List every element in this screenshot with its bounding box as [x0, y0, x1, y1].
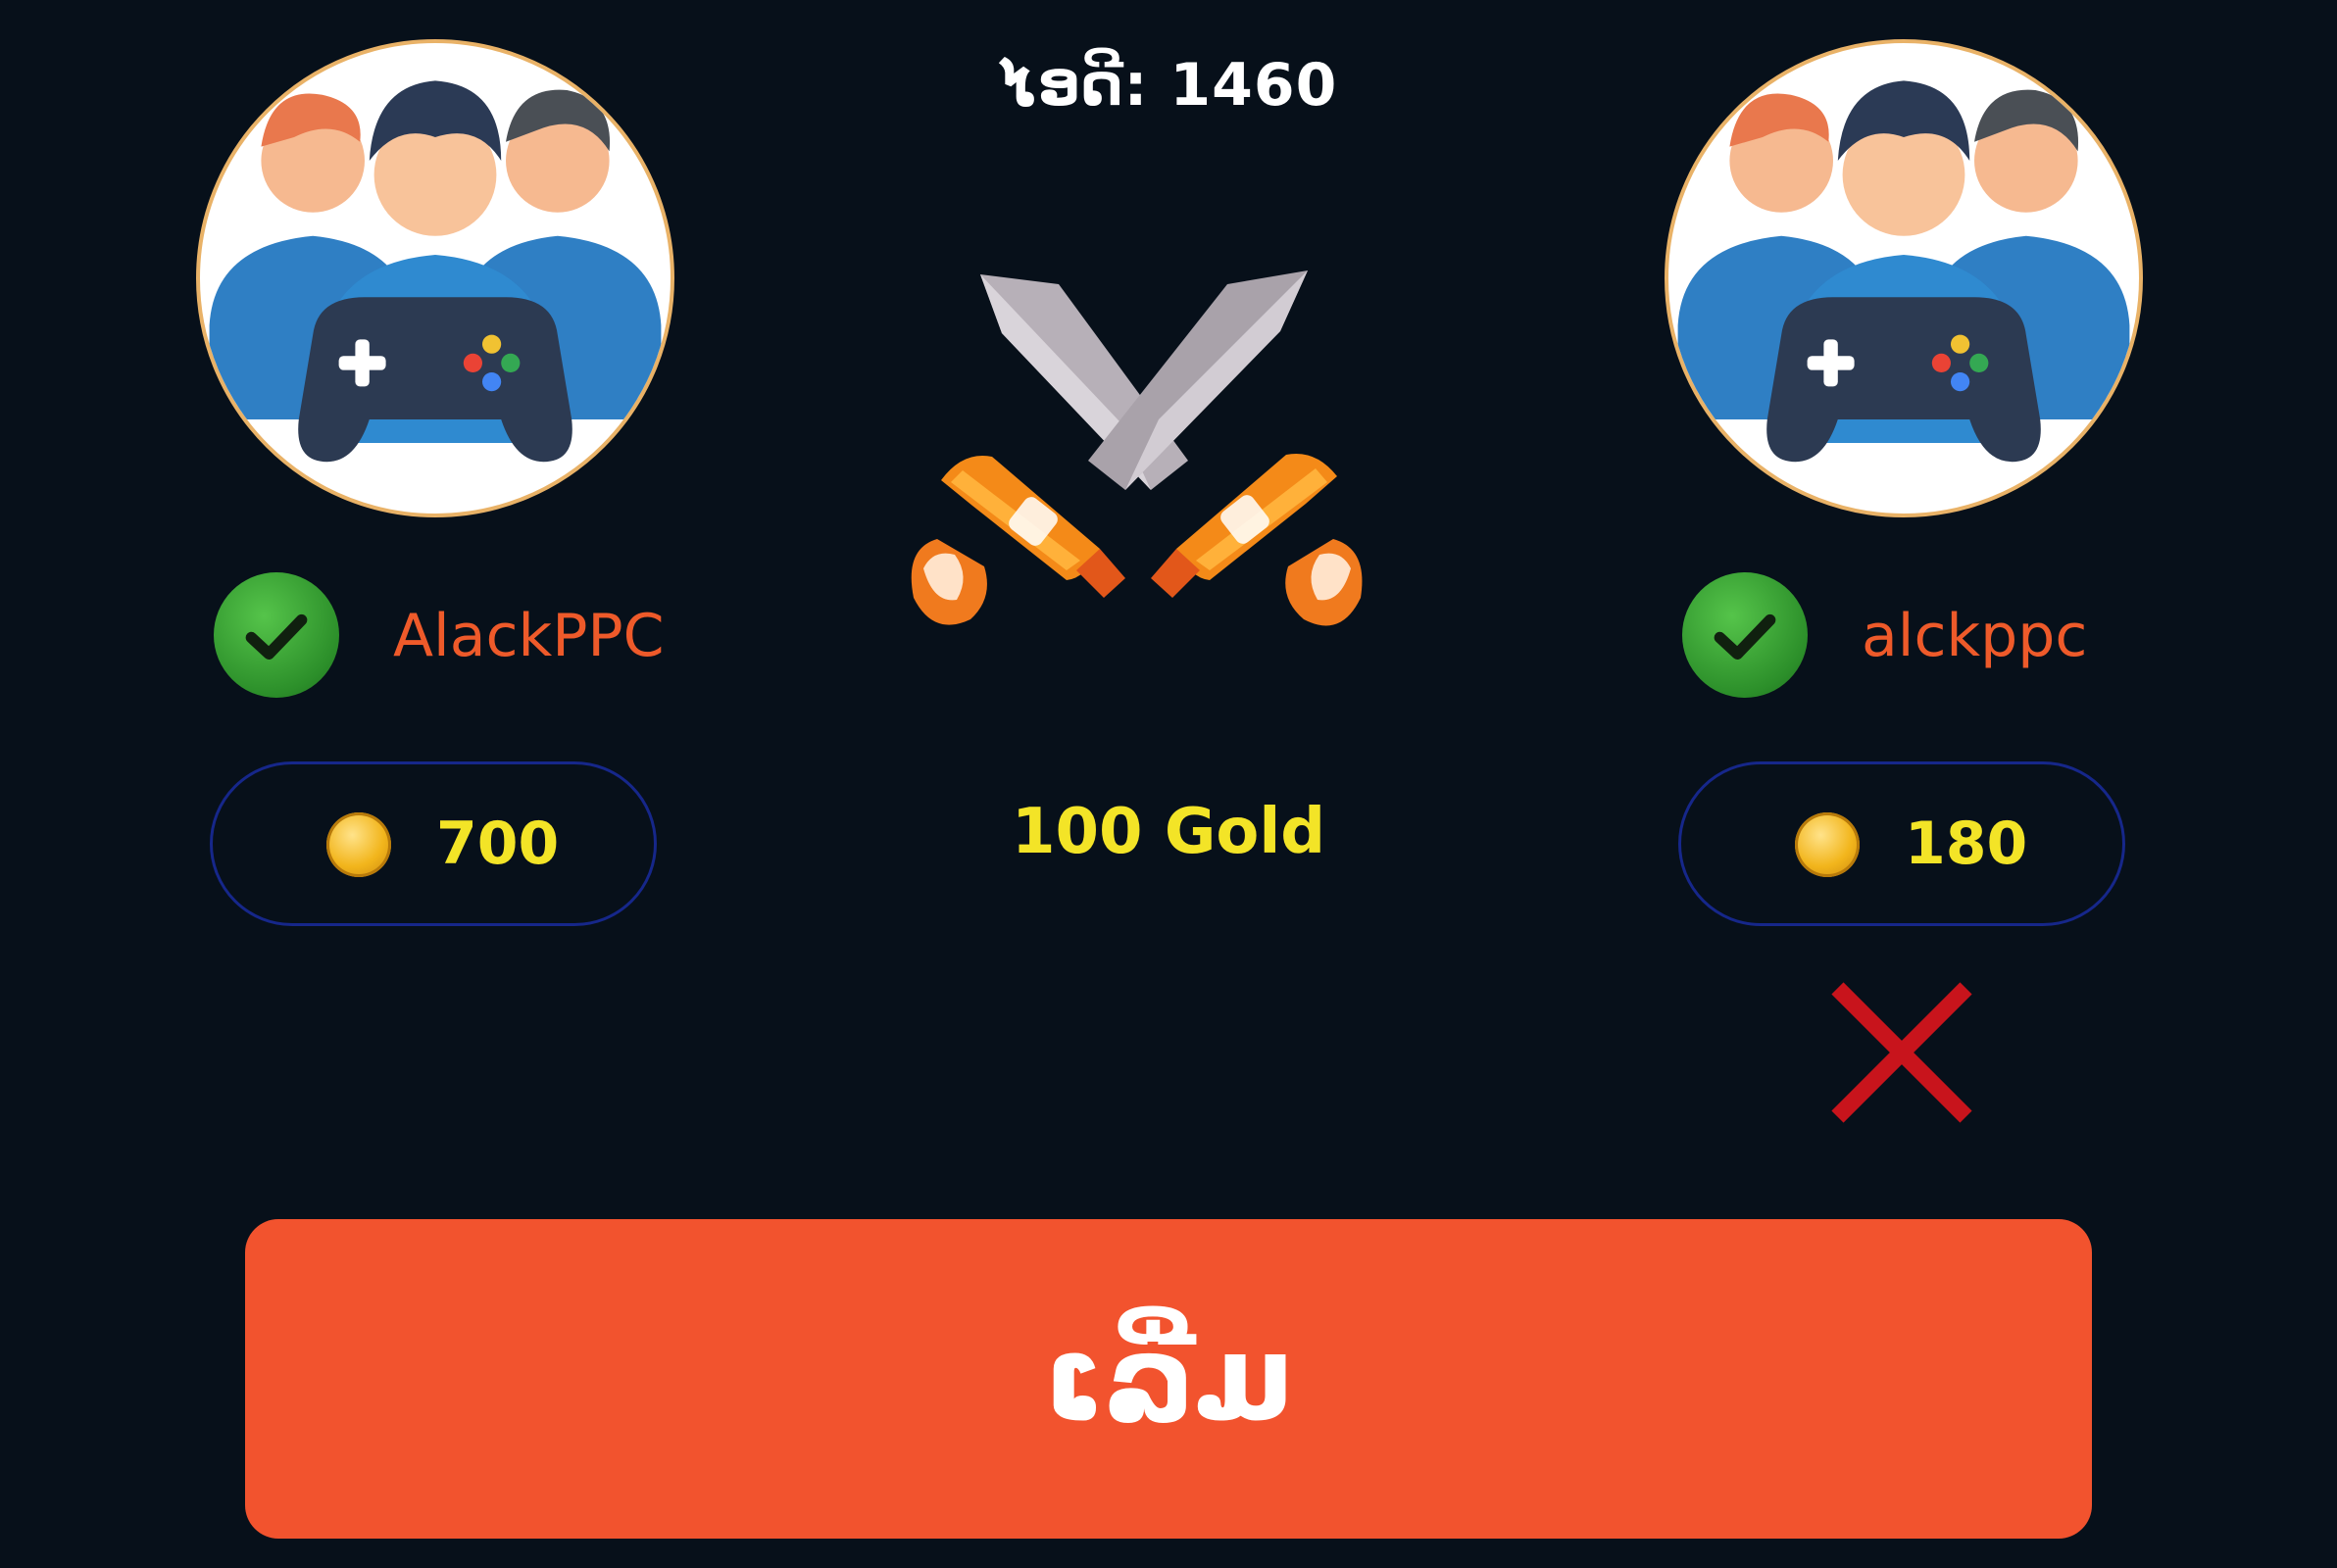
start-button[interactable]: ເລີ່ມ: [245, 1219, 2092, 1539]
player-card-right: alckppc 180: [1655, 0, 2145, 941]
close-icon[interactable]: [1825, 976, 1978, 1129]
gamers-group-icon: [196, 39, 674, 517]
player-status-row: alckppc: [1682, 572, 2153, 702]
player-name: alckppc: [1862, 602, 2088, 670]
ready-check-icon: [1682, 572, 1808, 698]
crossed-swords-icon: [894, 255, 1384, 666]
gold-coin-icon: [1795, 812, 1860, 877]
coin-balance-value: 180: [1905, 809, 2028, 878]
player-name: AlackPPC: [393, 602, 665, 670]
ready-check-icon: [214, 572, 339, 698]
coin-balance-pill: 180: [1678, 761, 2125, 926]
player-status-row: AlackPPC: [214, 572, 684, 702]
gamers-group-icon: [1665, 39, 2143, 517]
